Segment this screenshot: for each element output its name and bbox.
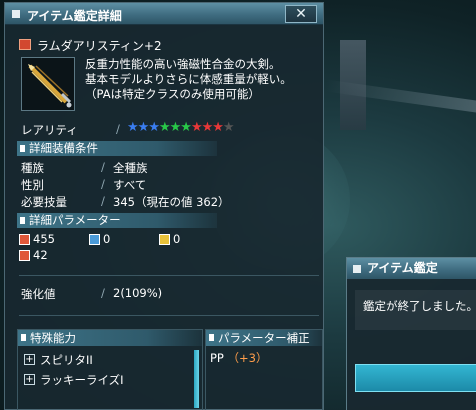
parameter-bonus-box: パラメーター補正 PP （+3） (205, 329, 323, 410)
requirement-row-skill: 必要技量 / 345（現在の値 362） (21, 194, 321, 209)
element-fire-icon (19, 250, 30, 261)
technique-attack-icon (159, 234, 170, 245)
stat-value: 455 (33, 232, 55, 246)
ability-label: ラッキーライズI (40, 373, 124, 387)
separator-slash: / (116, 122, 120, 136)
enhancement-value: 2(109%) (113, 286, 163, 300)
rarity-star-icon: ★ (158, 120, 171, 135)
item-appraisal-detail-window: アイテム鑑定詳細 ✕ ラムダアリスティン+2 反重力性能の高い強磁性合金の大剣。… (4, 2, 324, 410)
ok-button[interactable] (355, 364, 476, 392)
rarity-row: レアリティ / ★★★★★★★★★★ (19, 120, 319, 137)
divider (19, 275, 319, 276)
parameter-bonus-header: パラメーター補正 (206, 330, 322, 346)
dialog-title: アイテム鑑定 (367, 261, 438, 275)
ability-item[interactable]: + ラッキーライズI (24, 372, 189, 388)
requirement-row-race: 種族 / 全種族 (21, 160, 321, 175)
dialog-message: 鑑定が終了しました。 (363, 299, 476, 313)
striking-attack-icon (19, 234, 30, 245)
close-button[interactable]: ✕ (285, 5, 317, 23)
stat-value: 0 (103, 232, 111, 246)
rarity-star-icon: ★ (201, 120, 214, 135)
rarity-label: レアリティ (21, 123, 78, 137)
expand-plus-icon[interactable]: + (24, 374, 35, 385)
ability-item[interactable]: + スピリタII (24, 352, 189, 368)
parameters-header: 詳細パラメーター (17, 213, 217, 228)
divider (19, 315, 319, 316)
appraisal-dialog: アイテム鑑定 鑑定が終了しました。 (346, 257, 476, 410)
item-name: ラムダアリスティン+2 (37, 39, 162, 53)
item-description: 反重力性能の高い強磁性合金の大剣。 基本モデルよりさらに体感重量が軽い。 （PA… (85, 57, 321, 102)
description-line: （PAは特定クラスのみ使用可能） (85, 87, 260, 101)
title-bar[interactable]: アイテム鑑定詳細 ✕ (5, 3, 323, 25)
rarity-star-icon: ★ (127, 120, 139, 135)
rarity-star-icon: ★ (212, 120, 224, 135)
rarity-star-icon: ★ (169, 120, 182, 135)
rarity-star-icon: ★ (137, 120, 150, 135)
requirements-header: 詳細装備条件 (17, 141, 217, 156)
scroll-thumb[interactable] (194, 350, 199, 408)
item-name-row: ラムダアリスティン+2 (19, 37, 219, 53)
dialog-title-bar[interactable]: アイテム鑑定 (347, 258, 476, 279)
rarity-stars: ★★★★★★★★★★ (127, 120, 235, 135)
special-abilities-box: 特殊能力 + スピリタII + ラッキーライズI (17, 329, 203, 410)
requirement-value: 345（現在の値 362） (113, 195, 230, 209)
separator-slash: / (101, 194, 105, 208)
requirement-label: 種族 (21, 161, 44, 175)
sword-category-icon (19, 39, 31, 50)
bonus-label: PP (210, 351, 224, 365)
description-line: 反重力性能の高い強磁性合金の大剣。 (85, 57, 281, 71)
description-line: 基本モデルよりさらに体感重量が軽い。 (85, 72, 292, 86)
stat-value: 42 (33, 248, 48, 262)
requirement-row-gender: 性別 / すべて (21, 177, 321, 192)
window-icon (12, 10, 20, 18)
requirement-value: すべて (113, 178, 147, 192)
rarity-star-icon: ★ (180, 120, 192, 135)
ability-label: スピリタII (40, 353, 93, 367)
separator-slash: / (101, 286, 105, 300)
rarity-star-icon: ★ (148, 120, 160, 135)
requirement-label: 性別 (21, 178, 44, 192)
scrollbar[interactable] (194, 350, 199, 408)
rarity-star-icon: ★ (222, 120, 235, 135)
enhancement-row: 強化値 / 2(109%) (21, 286, 321, 301)
separator-slash: / (101, 177, 105, 191)
sword-icon (28, 64, 72, 108)
special-abilities-header: 特殊能力 (18, 330, 202, 346)
rarity-star-icon: ★ (190, 120, 203, 135)
parameter-bonus-row: PP （+3） (210, 350, 267, 366)
separator-slash: / (101, 160, 105, 174)
requirement-label: 必要技量 (21, 195, 67, 209)
stat-value: 0 (173, 232, 181, 246)
bonus-value: （+3） (227, 351, 268, 365)
requirement-value: 全種族 (113, 161, 148, 175)
ranged-attack-icon (89, 234, 100, 245)
enhancement-label: 強化値 (21, 287, 56, 301)
window-title: アイテム鑑定詳細 (27, 9, 122, 23)
expand-plus-icon[interactable]: + (24, 354, 35, 365)
window-icon (353, 265, 361, 273)
item-image (21, 57, 75, 111)
